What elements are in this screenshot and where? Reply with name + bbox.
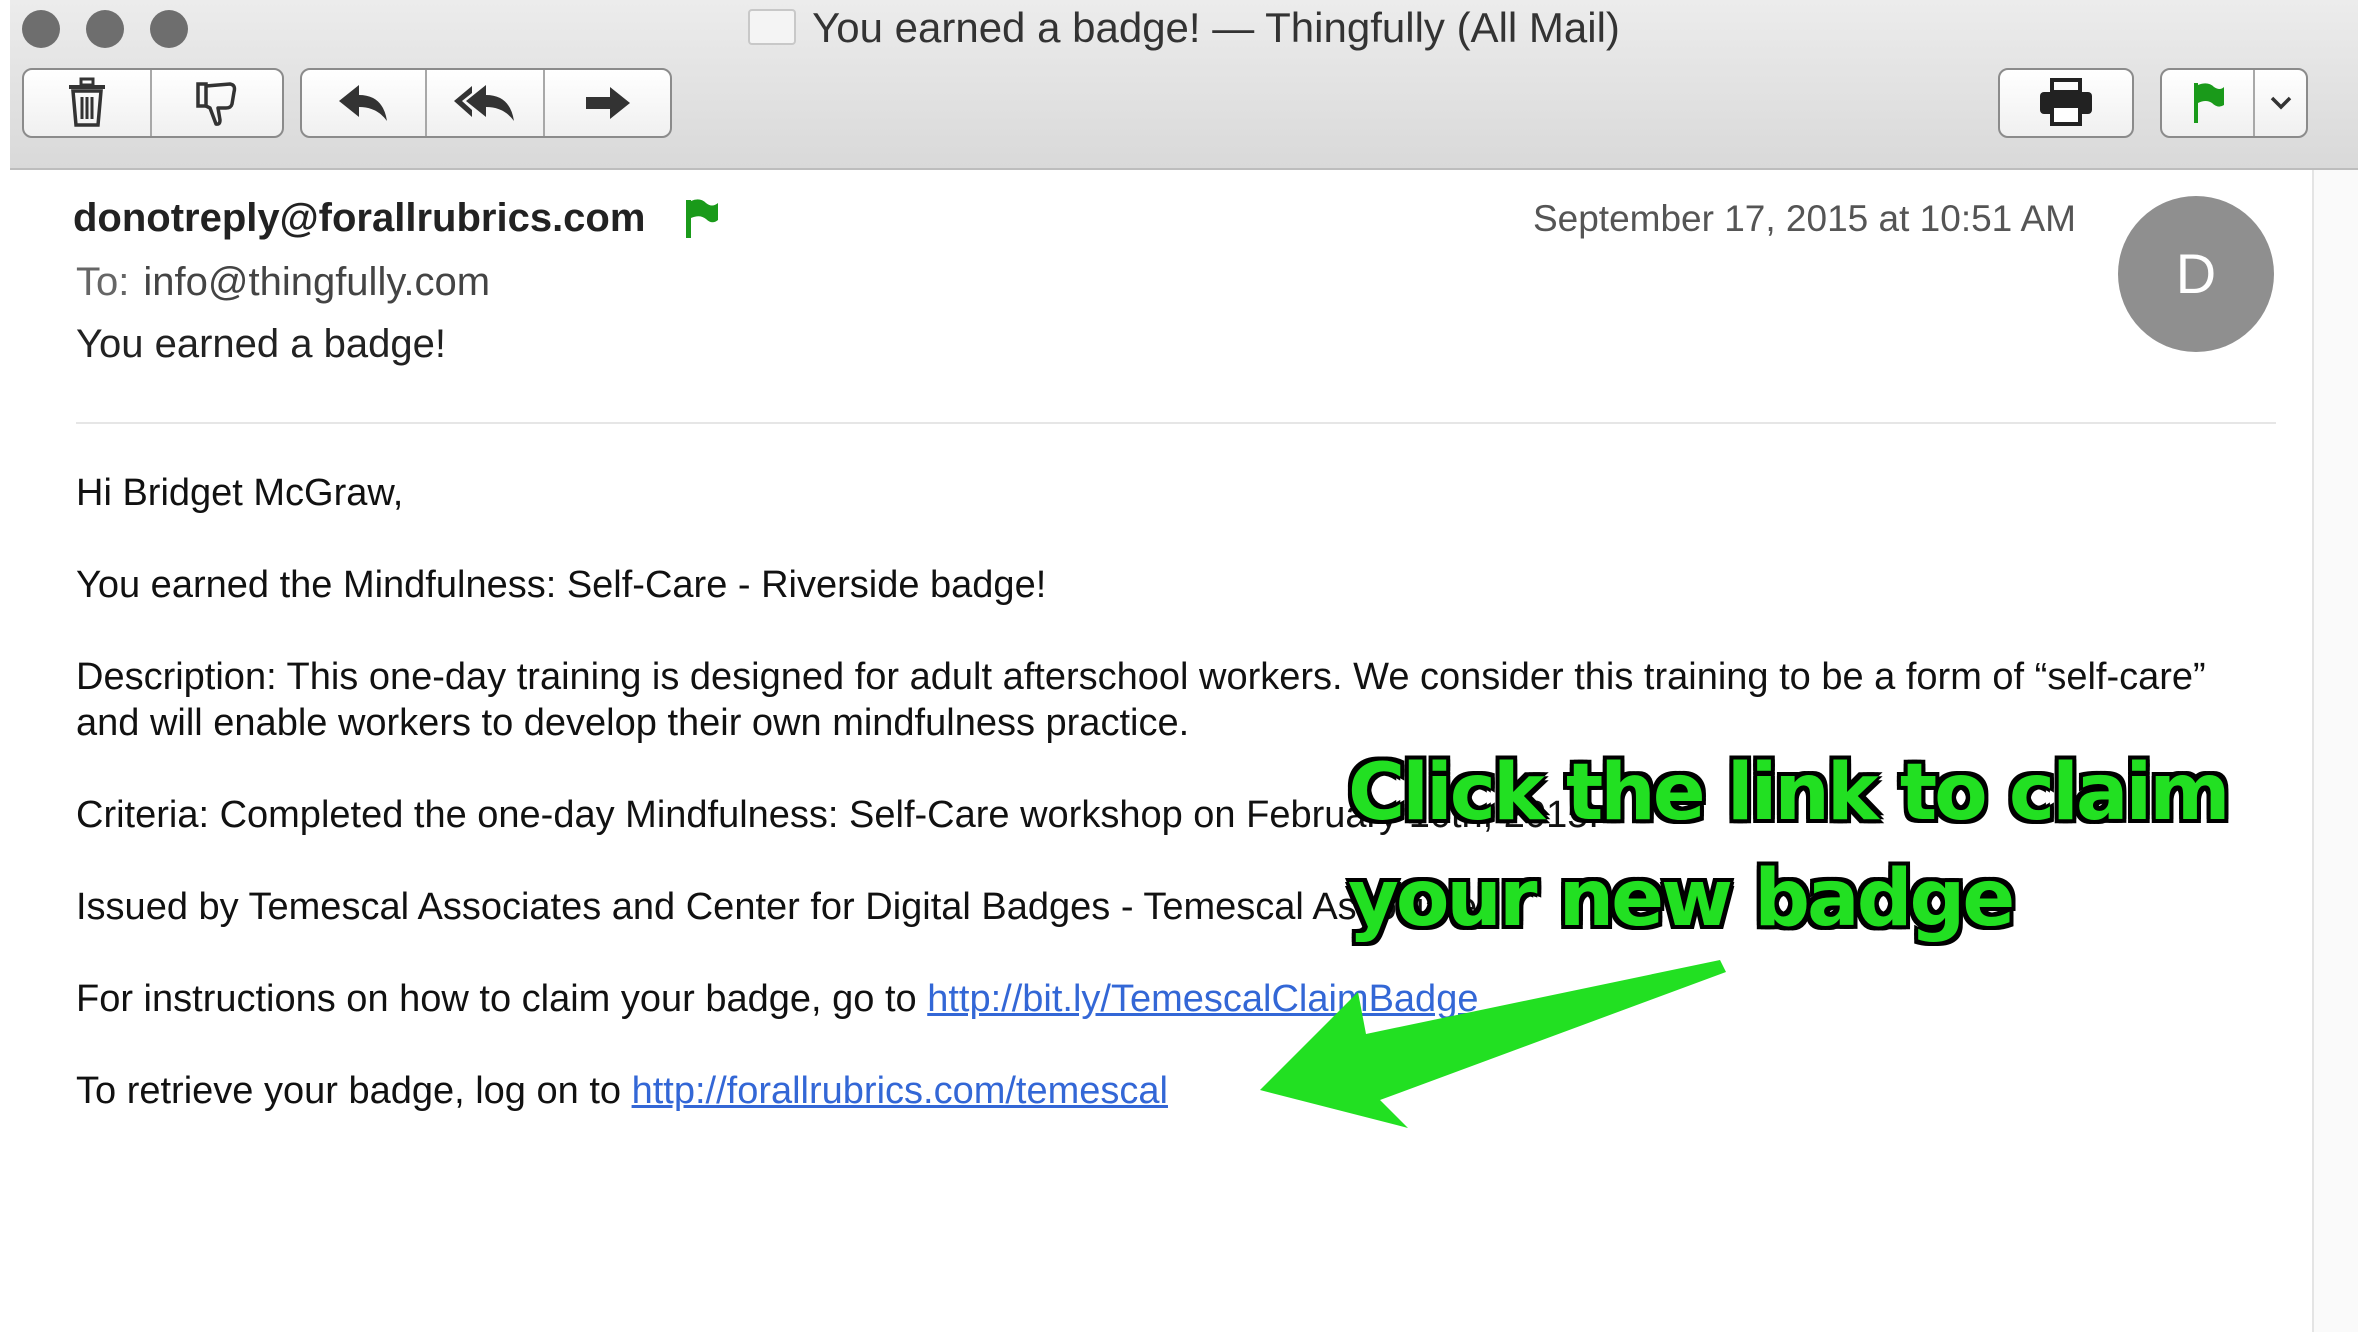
junk-button[interactable] bbox=[152, 70, 282, 136]
greeting-text: Hi Bridget McGraw, bbox=[76, 472, 404, 514]
thumbs-down-icon bbox=[196, 82, 237, 126]
flag-icon bbox=[686, 199, 718, 238]
flag-button[interactable] bbox=[2162, 70, 2256, 136]
delete-button[interactable] bbox=[24, 70, 152, 136]
delete-junk-group bbox=[22, 68, 284, 138]
reply-all-icon bbox=[454, 85, 515, 121]
message-subject: You earned a badge! bbox=[76, 322, 446, 366]
reply-button[interactable] bbox=[302, 70, 427, 136]
message-date: September 17, 2015 at 10:51 AM bbox=[1532, 198, 2076, 239]
instructions-text: For instructions on how to claim your ba… bbox=[76, 978, 928, 1020]
window-chrome: You earned a badge! — Thingfully (All Ma… bbox=[10, 0, 2358, 170]
retrieve-text: To retrieve your badge, log on to bbox=[76, 1070, 632, 1112]
green-arrow-icon bbox=[1260, 960, 1726, 1128]
reply-group bbox=[300, 68, 672, 138]
issued-text: Issued by Temescal Associates and Center… bbox=[76, 886, 1497, 928]
window-title: You earned a badge! — Thingfully (All Ma… bbox=[812, 4, 1620, 51]
window-title-bar: You earned a badge! — Thingfully (All Ma… bbox=[10, 0, 2358, 56]
chevron-down-icon bbox=[2270, 96, 2291, 110]
trash-icon bbox=[69, 77, 105, 127]
reply-icon bbox=[339, 85, 388, 121]
flag-group bbox=[2160, 68, 2308, 138]
flag-menu-button[interactable] bbox=[2255, 70, 2306, 136]
recipient-line: To: info@thingfully.com bbox=[76, 260, 490, 305]
annotation-line-2: your new badge bbox=[1348, 854, 2015, 944]
avatar: D bbox=[2118, 196, 2274, 352]
scrollbar[interactable] bbox=[2312, 170, 2358, 1332]
flag-icon bbox=[2193, 83, 2224, 123]
to-label: To: bbox=[76, 260, 130, 304]
forward-button[interactable] bbox=[545, 70, 670, 136]
annotation-line-1: Click the link to claim bbox=[1348, 748, 2231, 838]
envelope-icon bbox=[748, 8, 797, 45]
annotation-callout: Click the link to claim your new badge bbox=[1348, 740, 2231, 952]
header-divider bbox=[76, 422, 2276, 424]
retrieve-line: To retrieve your badge, log on to http:/… bbox=[76, 1068, 1168, 1114]
earned-text: You earned the Mindfulness: Self-Care - … bbox=[76, 564, 1047, 606]
forward-icon bbox=[585, 87, 630, 119]
print-icon bbox=[2040, 78, 2092, 126]
sender-address[interactable]: donotreply@forallrubrics.com bbox=[73, 196, 645, 241]
description-text: Description: This one-day training is de… bbox=[76, 656, 2206, 744]
reply-all-button[interactable] bbox=[427, 70, 546, 136]
page-edge bbox=[0, 0, 10, 1332]
retrieve-badge-link[interactable]: http://forallrubrics.com/temescal bbox=[632, 1070, 1168, 1112]
print-group bbox=[1998, 68, 2134, 138]
print-button[interactable] bbox=[2000, 70, 2132, 136]
recipient-address[interactable]: info@thingfully.com bbox=[143, 260, 490, 304]
